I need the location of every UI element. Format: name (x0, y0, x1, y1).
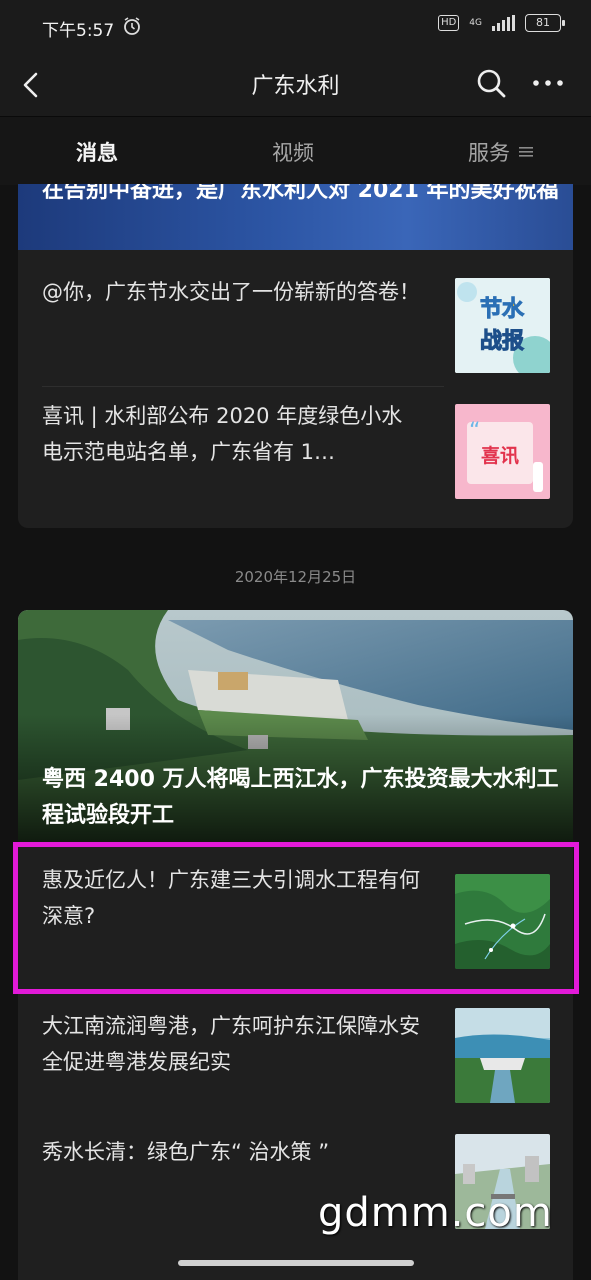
article-title: 秀水长清：绿色广东“ 治水策 ” (42, 1140, 330, 1164)
article-card: 在告别中奋进，是广东水利人对 2021 年的美好祝福 @你，广东节水交出了一份崭… (18, 184, 573, 528)
list-item[interactable]: 喜讯 | 水利部公布 2020 年度绿色小水电示范电站名单，广东省有 1… “ … (18, 398, 573, 499)
hero-banner[interactable]: 在告别中奋进，是广东水利人对 2021 年的美好祝福 (18, 184, 573, 250)
dam-image (455, 1008, 550, 1103)
svg-text:节水: 节水 (480, 297, 525, 322)
svg-text:“: “ (469, 419, 480, 444)
list-item[interactable]: @你，广东节水交出了一份崭新的答卷！ 节水 战报 (18, 274, 573, 374)
date-separator: 2020年12月25日 (234, 568, 357, 586)
highlight-box (13, 842, 579, 994)
svg-text:战报: 战报 (480, 329, 524, 354)
network-type: 4G (469, 17, 482, 28)
status-time: 下午5:57 (42, 21, 115, 41)
home-indicator[interactable] (178, 1260, 414, 1266)
tab-bar: 消息 视频 服务 (0, 116, 591, 185)
good-news-image: “ 喜讯 (455, 404, 550, 499)
list-item[interactable]: 大江南流润粤港，广东呵护东江保障水安全促进粤港发展纪实 (18, 1008, 573, 1108)
menu-icon (519, 147, 533, 157)
tab-messages[interactable]: 消息 (76, 137, 118, 167)
status-bar: 下午5:57 HD 4G 81 (0, 0, 591, 56)
tab-services[interactable]: 服务 (468, 137, 510, 167)
article-title: 大江南流润粤港，广东呵护东江保障水安全促进粤港发展纪实 (42, 1014, 420, 1074)
more-options-icon[interactable] (530, 68, 566, 98)
article-thumbnail: 节水 战报 (455, 278, 550, 373)
signal-icon (492, 15, 515, 31)
article-title: @你，广东节水交出了一份崭新的答卷！ (42, 280, 420, 304)
tab-videos[interactable]: 视频 (272, 137, 314, 167)
hero-title: 粤西 2400 万人将喝上西江水，广东投资最大水利工程试验段开工 (42, 767, 559, 828)
svg-text:喜讯: 喜讯 (481, 445, 519, 467)
water-saving-report-image: 节水 战报 (455, 278, 550, 373)
article-thumbnail: “ 喜讯 (455, 404, 550, 499)
hero-title: 在告别中奋进，是广东水利人对 2021 年的美好祝福 (42, 184, 559, 203)
status-indicators: HD 4G 81 (438, 14, 565, 32)
alarm-icon (124, 17, 140, 35)
search-icon[interactable] (474, 66, 508, 100)
watermark: gdmm.com (318, 1190, 553, 1236)
nav-bar: 广东水利 (0, 56, 591, 116)
divider (42, 386, 444, 387)
hd-icon: HD (438, 15, 460, 31)
article-thumbnail (455, 1008, 550, 1103)
battery-icon: 81 (525, 14, 565, 32)
article-title: 喜讯 | 水利部公布 2020 年度绿色小水电示范电站名单，广东省有 1… (42, 404, 403, 464)
